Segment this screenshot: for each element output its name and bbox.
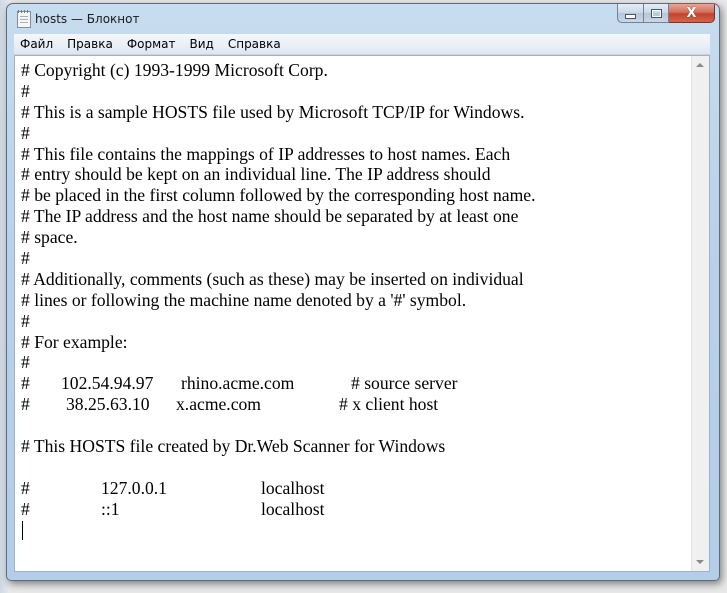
text-line: # (21, 248, 689, 269)
text-line: # (21, 81, 689, 102)
line-column-text: 127.0.0.1 (101, 477, 167, 498)
text-line: # Additionally, comments (such as these)… (21, 269, 689, 290)
line-text: # space. (21, 227, 78, 248)
menu-format[interactable]: Формат (120, 34, 183, 54)
text-line: # lines or following the machine name de… (21, 290, 689, 311)
notepad-icon[interactable] (17, 10, 31, 28)
scroll-up-arrow-icon[interactable] (696, 63, 704, 67)
close-icon: X (686, 5, 697, 21)
line-column-text: # (21, 373, 30, 394)
text-line: #102.54.94.97 rhino.acme.com # source serv… (21, 373, 689, 394)
line-column-text: # (21, 498, 30, 519)
line-text: # Copyright (c) 1993-1999 Microsoft Corp… (21, 60, 328, 80)
line-column-text: 102.54.94.97 (61, 373, 154, 394)
window-title: hosts — Блокнот (35, 12, 140, 26)
line-column-text: # (21, 477, 30, 498)
text-line: #::1 localhost (21, 499, 689, 520)
text-line: # (21, 352, 689, 373)
menu-edit[interactable]: Правка (60, 34, 120, 54)
vertical-scrollbar[interactable] (691, 56, 709, 571)
line-column-text: # source server (351, 373, 458, 394)
line-text: # The IP address and the host name shoul… (21, 206, 519, 227)
line-column-text: # (21, 394, 30, 415)
notepad-window: hosts — Блокнот X Файл Правка Формат Вид… (6, 3, 720, 581)
line-column-text: # x client host (339, 394, 439, 415)
text-line: # (21, 123, 689, 144)
menu-bar: Файл Правка Формат Вид Справка (14, 34, 710, 55)
text-line: # space. (21, 227, 689, 248)
text-line: # entry should be kept on an individual … (21, 164, 689, 185)
text-line: # For example: (21, 332, 689, 353)
menu-file[interactable]: Файл (14, 34, 60, 54)
line-text: # (21, 310, 30, 331)
text-line (21, 520, 689, 541)
line-column-text: localhost (261, 498, 325, 519)
text-line: #38.25.63.10 x.acme.com # x client host (21, 394, 689, 415)
text-line: # (21, 311, 689, 332)
maximize-button[interactable] (644, 4, 669, 23)
text-line: # Copyright (c) 1993-1999 Microsoft Corp… (21, 60, 689, 81)
line-column-text: rhino.acme.com (181, 373, 295, 394)
text-line: #127.0.0.1 localhost (21, 478, 689, 499)
caption-buttons: X (617, 4, 715, 24)
scroll-down-arrow-icon[interactable] (696, 560, 704, 564)
maximize-icon (650, 8, 662, 18)
minimize-button[interactable] (617, 4, 644, 23)
line-text: # (21, 352, 30, 373)
text-line: # The IP address and the host name shoul… (21, 206, 689, 227)
line-column-text: x.acme.com (176, 394, 261, 415)
text-line: # This HOSTS file created by Dr.Web Scan… (21, 436, 689, 457)
text-line (21, 415, 689, 436)
text-line (21, 457, 689, 478)
text-editor[interactable]: # Copyright (c) 1993-1999 Microsoft Corp… (14, 55, 710, 572)
line-text: # (21, 80, 30, 101)
text-line: # This file contains the mappings of IP … (21, 144, 689, 165)
line-text: # This file contains the mappings of IP … (21, 143, 511, 164)
line-text: # This HOSTS file created by Dr.Web Scan… (21, 436, 446, 457)
line-text: # (21, 248, 30, 269)
line-text: # entry should be kept on an individual … (21, 164, 491, 185)
line-text: # This is a sample HOSTS file used by Mi… (21, 101, 525, 122)
title-bar[interactable]: hosts — Блокнот X (7, 4, 719, 32)
text-line: # This is a sample HOSTS file used by Mi… (21, 102, 689, 123)
line-column-text: localhost (261, 477, 325, 498)
minimize-icon (625, 13, 636, 19)
line-text: # be placed in the first column followed… (21, 185, 536, 206)
line-text: # lines or following the machine name de… (21, 289, 467, 310)
text-line: # be placed in the first column followed… (21, 185, 689, 206)
line-column-text: ::1 (101, 498, 120, 519)
menu-help[interactable]: Справка (221, 34, 288, 54)
line-column-text: 38.25.63.10 (66, 394, 150, 415)
text-caret (22, 520, 23, 540)
editor-text-area[interactable]: # Copyright (c) 1993-1999 Microsoft Corp… (21, 60, 689, 571)
line-text: # Additionally, comments (such as these)… (21, 268, 524, 289)
line-text: # (21, 122, 30, 143)
close-button[interactable]: X (669, 4, 715, 23)
menu-view[interactable]: Вид (183, 34, 221, 54)
line-text: # For example: (21, 331, 128, 352)
